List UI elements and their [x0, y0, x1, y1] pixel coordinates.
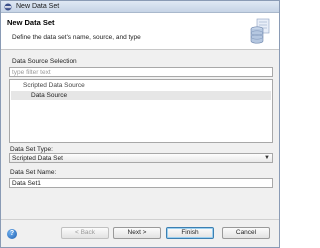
next-button[interactable]: Next >	[113, 227, 161, 239]
help-icon[interactable]: ?	[7, 229, 17, 239]
data-source-selection-label: Data Source Selection	[12, 58, 77, 65]
data-set-type-select[interactable]: Scripted Data Set ▼	[9, 153, 273, 163]
button-bar-divider	[1, 219, 279, 220]
cancel-button[interactable]: Cancel	[222, 227, 270, 239]
data-source-tree[interactable]: Scripted Data Source Data Source	[9, 79, 273, 143]
tree-item-scripted-data-source[interactable]: Scripted Data Source	[11, 81, 271, 90]
wizard-header: New Data Set Define the data set's name,…	[1, 13, 279, 50]
filter-text-input[interactable]	[9, 67, 273, 77]
data-set-name-field[interactable]	[9, 178, 273, 188]
database-wizard-icon	[249, 17, 271, 45]
page-title: New Data Set	[7, 18, 55, 27]
title-bar[interactable]: New Data Set	[1, 1, 279, 13]
window-title: New Data Set	[16, 3, 60, 10]
finish-button[interactable]: Finish	[166, 227, 214, 239]
chevron-down-icon[interactable]: ▼	[264, 154, 270, 163]
eclipse-icon	[4, 3, 12, 11]
page-description: Define the data set's name, source, and …	[12, 34, 141, 41]
back-button[interactable]: < Back	[61, 227, 109, 239]
data-set-type-value: Scripted Data Set	[12, 155, 63, 162]
data-set-name-label: Data Set Name:	[10, 169, 57, 176]
tree-item-data-source[interactable]: Data Source	[11, 91, 271, 100]
new-data-set-dialog: New Data Set New Data Set Define the dat…	[0, 0, 280, 248]
data-set-type-label: Data Set Type:	[10, 146, 53, 153]
